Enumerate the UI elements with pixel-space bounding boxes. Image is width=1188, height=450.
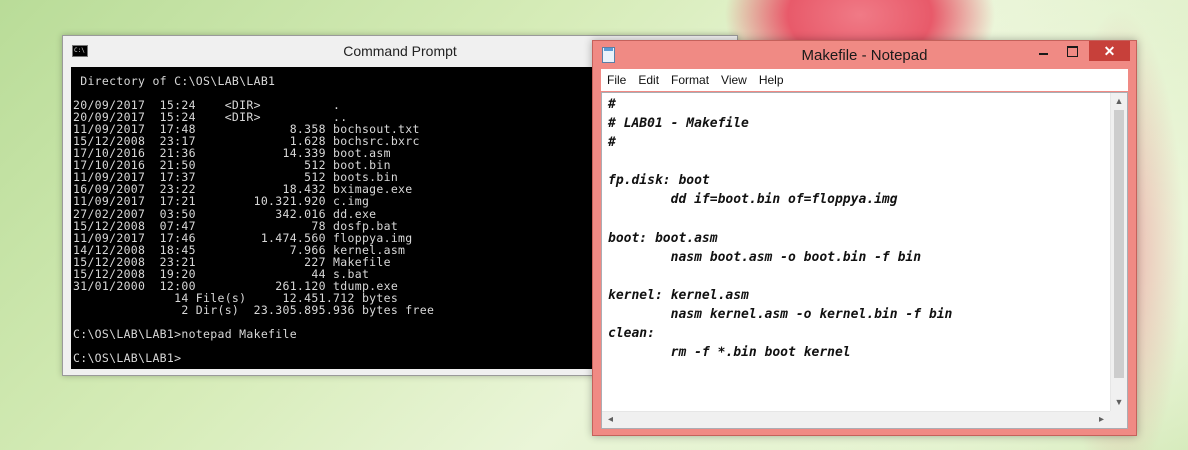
- close-icon: ✕: [1103, 43, 1116, 59]
- menu-help[interactable]: Help: [753, 69, 790, 87]
- maximize-button[interactable]: [1058, 41, 1087, 61]
- notepad-text-area[interactable]: # # LAB01 - Makefile # fp.disk: boot dd …: [601, 92, 1128, 429]
- scroll-down-icon[interactable]: ▼: [1111, 394, 1127, 411]
- notepad-titlebar[interactable]: Makefile - Notepad ✕: [593, 41, 1136, 68]
- menu-edit[interactable]: Edit: [632, 69, 665, 87]
- notepad-window[interactable]: Makefile - Notepad ✕ File Edit Format View H…: [592, 40, 1137, 436]
- maximize-icon: [1067, 46, 1078, 58]
- scroll-left-icon[interactable]: ◂: [602, 412, 619, 428]
- menu-file[interactable]: File: [601, 69, 632, 87]
- close-button[interactable]: ✕: [1089, 41, 1130, 61]
- menu-format[interactable]: Format: [665, 69, 715, 87]
- vertical-scroll-thumb[interactable]: [1114, 110, 1124, 378]
- scrollbar-corner: [1110, 411, 1127, 428]
- minimize-icon: [1039, 52, 1048, 55]
- scroll-up-icon[interactable]: ▲: [1111, 93, 1127, 110]
- minimize-button[interactable]: [1029, 41, 1058, 61]
- horizontal-scrollbar[interactable]: ◂ ▸: [602, 411, 1110, 428]
- menu-view[interactable]: View: [715, 69, 753, 87]
- notepad-content[interactable]: # # LAB01 - Makefile # fp.disk: boot dd …: [608, 95, 1108, 362]
- notepad-menubar: File Edit Format View Help: [601, 69, 1128, 91]
- scroll-right-icon[interactable]: ▸: [1093, 412, 1110, 428]
- vertical-scrollbar[interactable]: ▲ ▼: [1110, 93, 1127, 411]
